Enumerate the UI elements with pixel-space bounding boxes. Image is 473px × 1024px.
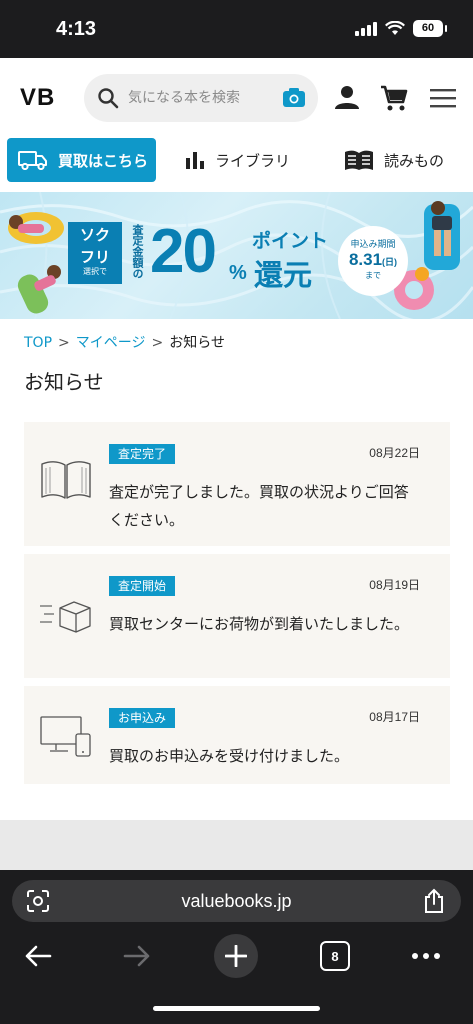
nav-library-label: ライブラリ: [215, 151, 291, 170]
promo-percentage: 20: [150, 217, 217, 286]
notice-message: 買取のお申込みを受け付けました。: [109, 747, 350, 765]
swimmer-ring-illustration: [8, 212, 64, 244]
breadcrumb: TOP > マイページ > お知らせ: [24, 332, 225, 352]
return-label: 還元: [254, 258, 313, 292]
period-date: 8.31(日): [338, 250, 408, 270]
box-delivery-icon: [40, 601, 91, 633]
notice-date: 08月17日: [369, 710, 420, 724]
sokufuri-line1: ソク: [79, 226, 110, 244]
bar-chart-icon: [186, 152, 204, 169]
nav-reading[interactable]: 読みもの: [344, 138, 444, 182]
notice-message: 査定が完了しました。買取の状況よりご回答ください。: [109, 483, 409, 529]
plus-icon: [225, 945, 247, 967]
main-nav: 買取はこちら ライブラリ 読みもの: [0, 138, 473, 192]
arrow-right-icon: [123, 945, 150, 967]
page-footer: [0, 820, 473, 870]
period-date-value: 8.31: [348, 250, 383, 269]
nav-reading-label: 読みもの: [384, 151, 445, 170]
site-header: VB: [0, 58, 473, 138]
percent-sign: %: [229, 262, 247, 284]
more-options-button[interactable]: [406, 936, 446, 976]
cart-icon[interactable]: [380, 84, 408, 112]
breadcrumb-mypage[interactable]: マイページ: [76, 335, 146, 351]
notice-item[interactable]: 査定開始 08月19日 買取センターにお荷物が到着いたしました。: [24, 554, 450, 678]
assessment-label: 査定金額の: [131, 224, 144, 279]
cellular-signal-icon: [355, 21, 377, 36]
status-bar: 4:13 60: [0, 0, 473, 58]
book-icon: [41, 461, 91, 499]
search-box[interactable]: [84, 74, 318, 122]
promo-banner[interactable]: ソク フリ 選択で 査定金額の 20 % ポイント 還元 申込み期間 8.31(…: [0, 192, 473, 319]
wifi-icon: [385, 21, 405, 35]
notice-item[interactable]: 査定完了 08月22日 査定が完了しました。買取の状況よりご回答ください。: [24, 422, 450, 546]
status-tag: お申込み: [109, 708, 176, 728]
home-indicator: [153, 1006, 320, 1011]
url-text: valuebooks.jp: [181, 891, 292, 911]
breadcrumb-current: お知らせ: [169, 335, 225, 351]
more-dots-icon: [412, 953, 440, 959]
search-icon: [98, 88, 119, 109]
account-icon[interactable]: [334, 84, 360, 110]
status-tag: 査定開始: [109, 576, 176, 596]
swimmer-mat-illustration: [424, 201, 460, 270]
page-title: お知らせ: [24, 370, 104, 394]
hamburger-menu-icon[interactable]: [430, 87, 456, 109]
breadcrumb-top[interactable]: TOP: [24, 335, 52, 351]
arrow-left-icon: [25, 945, 52, 967]
breadcrumb-separator: >: [58, 335, 70, 351]
tab-switcher-button[interactable]: 8: [320, 941, 350, 971]
period-badge: 申込み期間 8.31(日) まで: [338, 226, 408, 296]
notice-message: 買取センターにお荷物が到着いたしました。: [109, 615, 410, 633]
search-input[interactable]: [128, 74, 278, 122]
notice-date: 08月19日: [369, 578, 420, 592]
open-book-icon: [345, 150, 373, 170]
sokufuri-line3: 選択で: [83, 267, 107, 276]
buyback-button[interactable]: 買取はこちら: [7, 138, 156, 182]
period-day: (日): [382, 257, 398, 267]
camera-icon[interactable]: [282, 86, 306, 110]
share-icon[interactable]: [423, 888, 445, 914]
status-indicators: 60: [355, 20, 447, 37]
forward-button[interactable]: [117, 936, 157, 976]
new-tab-button[interactable]: [214, 934, 258, 978]
period-label: 申込み期間: [350, 240, 396, 250]
status-time: 4:13: [56, 18, 97, 40]
buyback-label: 買取はこちら: [58, 151, 149, 170]
period-until: まで: [365, 271, 381, 280]
truck-icon: [18, 151, 47, 170]
breadcrumb-separator: >: [151, 335, 164, 351]
swimmer-float-illustration: [17, 265, 61, 314]
battery-indicator: 60: [413, 20, 447, 37]
sokufuri-line2: フリ: [79, 248, 110, 266]
sokufuri-badge: ソク フリ 選択で: [68, 222, 122, 284]
nav-library[interactable]: ライブラリ: [185, 138, 290, 182]
notice-date: 08月22日: [369, 446, 420, 460]
devices-icon: [40, 716, 91, 757]
point-label: ポイント: [252, 230, 329, 252]
valuebooks-logo[interactable]: VB: [20, 84, 55, 112]
status-tag: 査定完了: [109, 444, 176, 464]
notice-item[interactable]: お申込み 08月17日 買取のお申込みを受け付けました。: [24, 686, 450, 784]
back-button[interactable]: [18, 936, 58, 976]
address-bar[interactable]: valuebooks.jp: [12, 880, 461, 922]
browser-toolbar: valuebooks.jp 8: [0, 870, 473, 1024]
